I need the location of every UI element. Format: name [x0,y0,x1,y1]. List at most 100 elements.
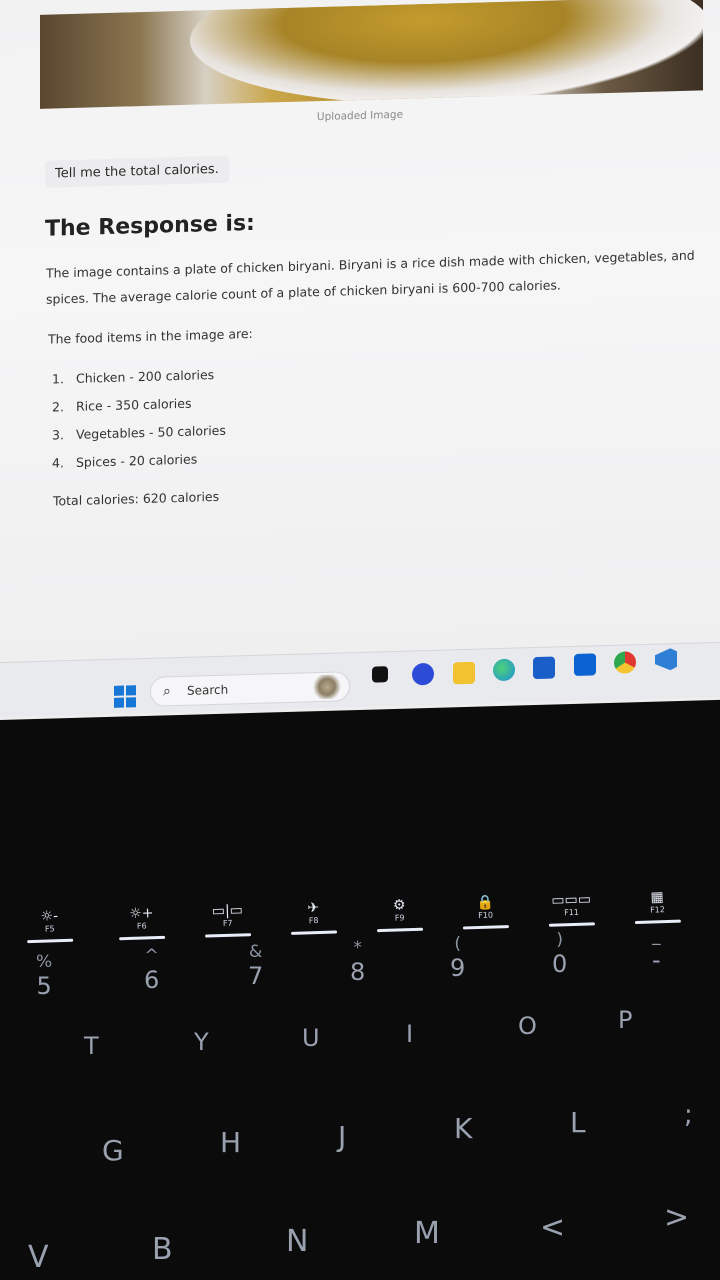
key-j[interactable]: J [338,1120,346,1153]
display-switch-icon: ▭|▭ [211,902,244,920]
fkey-label: F10 [478,910,494,920]
key-f12[interactable]: ▦ F12 [627,888,688,925]
brightness-up-icon: ☼+ [128,905,154,922]
brightness-down-icon: ☼- [40,908,59,925]
key-u[interactable]: U [302,1024,320,1052]
fkey-light-bar [27,938,74,944]
key-f9[interactable]: ⚙ F9 [369,897,430,933]
key-shift-label: ) [556,930,563,950]
key-shift-label: * [353,938,362,958]
fkey-label: F12 [649,905,666,915]
fkey-label: F6 [136,921,147,931]
fkey-light-bar [462,925,510,930]
key-v[interactable]: V [28,1240,49,1275]
key-9[interactable]: (9 [450,934,465,982]
search-icon: ⌕ [163,683,171,700]
list-text: Spices - 20 calories [76,451,198,470]
function-key-row: ☼- F5 ☼+ F6 ▭|▭ F7 ✈ F8 ⚙ F9 🔒 F10 ▭▭▭ F11 ▦ F12 [0,849,720,944]
key-label: 0 [552,950,568,978]
keyboard-backlight-icon: ▭▭▭ [551,891,592,909]
total-calories: Total calories: 620 calories [53,488,220,509]
key-g[interactable]: G [102,1134,124,1167]
list-item: 4. Spices - 20 calories [52,448,226,481]
response-text: The image contains a plate of chicken bi… [46,243,696,313]
fkey-label: F9 [394,913,405,923]
key-o[interactable]: O [518,1012,537,1040]
uploaded-food-image [40,0,703,109]
key-0[interactable]: ) 0 [552,930,567,978]
fkey-light-bar [548,922,595,927]
key-period[interactable]: > [664,1200,689,1235]
airplane-mode-icon: ✈ [307,899,320,917]
fkey-light-bar [119,935,166,941]
key-l[interactable]: L [570,1106,586,1139]
key-m[interactable]: M [414,1216,440,1251]
key-b[interactable]: B [152,1232,173,1267]
key-shift-label: ( [454,934,461,954]
key-t[interactable]: T [84,1032,99,1060]
list-text: Rice - 350 calories [76,395,192,414]
key-shift-label: & [249,942,263,962]
list-number: 1. [52,371,64,387]
list-number: 3. [52,427,64,443]
key-label: 8 [350,958,366,986]
outlook-icon[interactable] [574,653,596,676]
list-text: Chicken - 200 calories [76,367,215,386]
teams-chat-icon[interactable] [412,662,434,686]
keyboard: ☼- F5 ☼+ F6 ▭|▭ F7 ✈ F8 ⚙ F9 🔒 F10 ▭▭▭ F11 ▦ F12… [0,860,720,1280]
settings-gear-icon: ⚙ [392,897,406,914]
calculator-icon: ▦ [650,889,664,906]
key-semicolon[interactable]: ; [684,1100,693,1130]
items-intro: The food items in the image are: [48,325,253,347]
screen: Uploaded Image Tell me the total calorie… [0,0,720,721]
key-h[interactable]: H [220,1126,241,1159]
food-list: 1. Chicken - 200 calories 2. Rice - 350 ca… [52,364,226,481]
file-explorer-icon[interactable] [453,661,475,685]
fkey-light-bar [291,930,338,935]
search-label: Search [187,682,229,698]
key-7[interactable]: & 7 [248,942,263,990]
key-5[interactable]: % 5 [36,952,52,1000]
key-n[interactable]: N [286,1224,308,1259]
key-minus[interactable]: _ - [652,926,661,974]
fkey-light-bar [376,927,424,933]
key-y[interactable]: Y [194,1028,209,1056]
user-prompt: Tell me the total calories. [45,155,229,188]
key-f6[interactable]: ☼+ F6 [111,905,172,941]
fkey-label: F5 [44,924,55,934]
biryani-plate [190,0,703,109]
lock-icon: 🔒 [476,894,495,912]
key-label: 6 [144,966,160,994]
fkey-label: F7 [222,918,233,929]
key-p[interactable]: P [618,1006,632,1034]
key-shift-label: _ [652,926,661,946]
key-8[interactable]: * 8 [350,938,365,986]
list-text: Vegetables - 50 calories [76,422,226,442]
key-f5[interactable]: ☼- F5 [19,908,80,944]
key-f11[interactable]: ▭▭▭ F11 [541,891,602,927]
search-box[interactable]: ⌕ Search [150,671,350,707]
vscode-icon[interactable] [655,648,677,671]
key-k[interactable]: K [454,1112,472,1145]
key-f8[interactable]: ✈ F8 [283,899,344,935]
key-6[interactable]: ^ 6 [144,946,159,994]
key-i[interactable]: I [406,1020,413,1048]
key-shift-label: ^ [144,946,159,966]
key-label: 9 [450,954,466,982]
key-f10[interactable]: 🔒 F10 [455,894,516,930]
edge-icon[interactable] [493,658,515,682]
list-number: 2. [52,399,64,415]
windows-logo-icon[interactable] [114,685,136,708]
key-shift-label: % [36,952,53,972]
chrome-icon[interactable] [614,651,636,674]
response-heading: The Response is: [45,210,255,242]
store-icon[interactable] [533,656,555,680]
key-comma[interactable]: < [540,1210,565,1245]
list-number: 4. [52,455,64,471]
widgets-icon[interactable] [372,666,388,683]
fkey-light-bar [205,933,252,938]
key-label: 5 [36,972,52,1000]
key-f7[interactable]: ▭|▭ F7 [197,902,258,938]
key-label: - [652,946,661,974]
key-label: 7 [248,962,264,990]
